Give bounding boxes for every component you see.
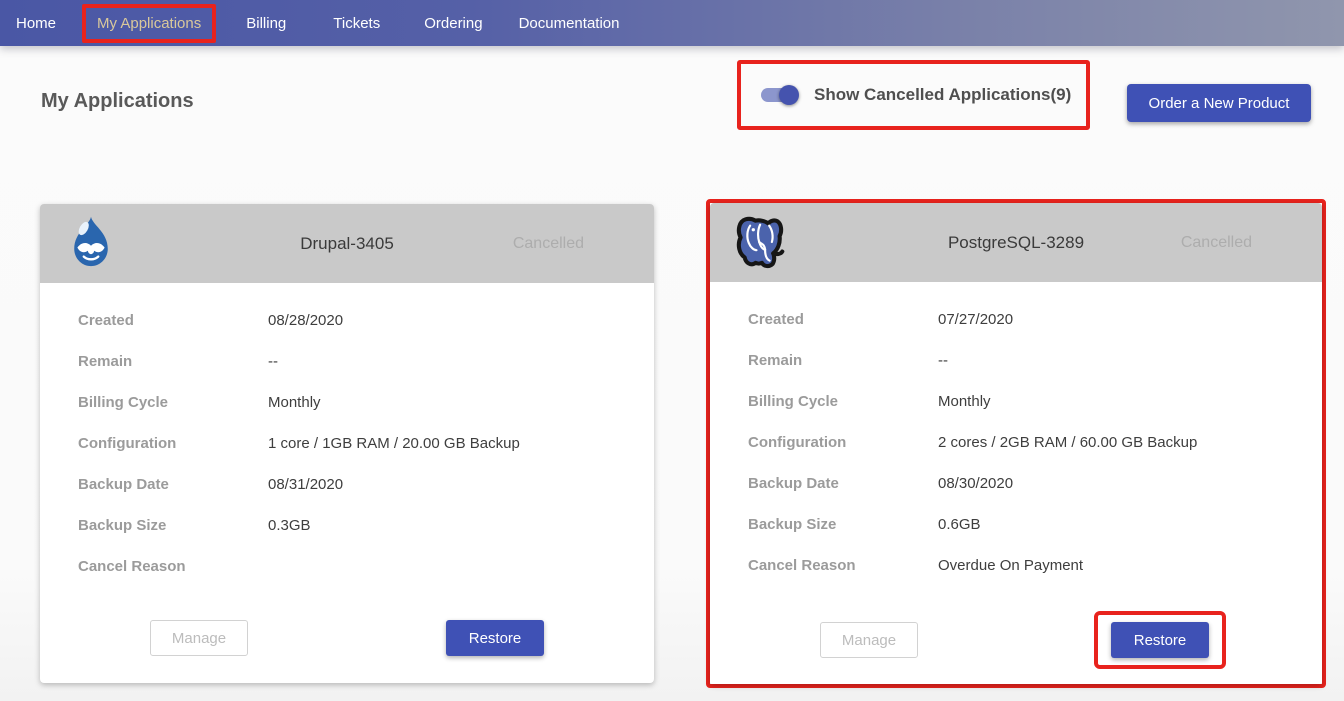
status-badge: Cancelled bbox=[513, 204, 584, 283]
card-body: Created 08/28/2020 Remain -- Billing Cyc… bbox=[40, 283, 654, 596]
field-label: Cancel Reason bbox=[78, 555, 268, 579]
field-value: 1 core / 1GB RAM / 20.00 GB Backup bbox=[268, 432, 520, 456]
field-label: Remain bbox=[748, 349, 938, 373]
field-label: Created bbox=[748, 308, 938, 332]
field-row-created: Created 07/27/2020 bbox=[748, 308, 1302, 332]
field-row-backup-date: Backup Date 08/30/2020 bbox=[748, 472, 1302, 496]
annotation-box-my-applications: My Applications bbox=[82, 4, 216, 43]
card-body: Created 07/27/2020 Remain -- Billing Cyc… bbox=[710, 282, 1322, 595]
card-footer: Manage Restore bbox=[710, 611, 1322, 684]
nav-item-my-applications[interactable]: My Applications bbox=[97, 15, 201, 32]
field-row-cancel-reason: Cancel Reason Overdue On Payment bbox=[748, 554, 1302, 578]
top-navbar: Home My Applications Billing Tickets Ord… bbox=[0, 0, 1344, 46]
field-row-billing-cycle: Billing Cycle Monthly bbox=[748, 390, 1302, 414]
field-value: 0.3GB bbox=[268, 514, 311, 538]
annotation-box-show-cancelled: Show Cancelled Applications(9) bbox=[737, 60, 1090, 130]
field-value: Monthly bbox=[268, 391, 321, 415]
field-label: Billing Cycle bbox=[78, 391, 268, 415]
show-cancelled-label: Show Cancelled Applications(9) bbox=[814, 85, 1071, 105]
field-row-backup-size: Backup Size 0.3GB bbox=[78, 514, 634, 538]
field-label: Backup Size bbox=[78, 514, 268, 538]
field-label: Backup Date bbox=[78, 473, 268, 497]
status-badge: Cancelled bbox=[1181, 203, 1252, 282]
field-label: Created bbox=[78, 309, 268, 333]
field-label: Backup Size bbox=[748, 513, 938, 537]
manage-button[interactable]: Manage bbox=[820, 622, 918, 658]
field-row-remain: Remain -- bbox=[748, 349, 1302, 373]
field-value: 08/30/2020 bbox=[938, 472, 1013, 496]
field-label: Configuration bbox=[748, 431, 938, 455]
show-cancelled-toggle[interactable] bbox=[761, 85, 799, 105]
card-header: PostgreSQL-3289 Cancelled bbox=[710, 203, 1322, 282]
field-value: 07/27/2020 bbox=[938, 308, 1013, 332]
field-value: Overdue On Payment bbox=[938, 554, 1083, 578]
field-row-configuration: Configuration 2 cores / 2GB RAM / 60.00 … bbox=[748, 431, 1302, 455]
field-value: -- bbox=[938, 349, 948, 373]
nav-item-home[interactable]: Home bbox=[16, 15, 56, 32]
nav-item-billing[interactable]: Billing bbox=[246, 15, 286, 32]
annotation-box-restore-button: Restore bbox=[1094, 611, 1226, 669]
card-footer: Manage Restore bbox=[40, 620, 654, 683]
field-row-billing-cycle: Billing Cycle Monthly bbox=[78, 391, 634, 415]
field-label: Configuration bbox=[78, 432, 268, 456]
field-label: Billing Cycle bbox=[748, 390, 938, 414]
field-row-backup-date: Backup Date 08/31/2020 bbox=[78, 473, 634, 497]
application-card-postgresql: PostgreSQL-3289 Cancelled Created 07/27/… bbox=[710, 203, 1322, 684]
field-value: 2 cores / 2GB RAM / 60.00 GB Backup bbox=[938, 431, 1197, 455]
field-value: Monthly bbox=[938, 390, 991, 414]
restore-button[interactable]: Restore bbox=[1111, 622, 1209, 658]
field-row-configuration: Configuration 1 core / 1GB RAM / 20.00 G… bbox=[78, 432, 634, 456]
nav-item-ordering[interactable]: Ordering bbox=[424, 15, 482, 32]
field-row-remain: Remain -- bbox=[78, 350, 634, 374]
annotation-box-postgresql-card: PostgreSQL-3289 Cancelled Created 07/27/… bbox=[706, 199, 1326, 688]
field-row-cancel-reason: Cancel Reason bbox=[78, 555, 634, 579]
field-value: 0.6GB bbox=[938, 513, 981, 537]
manage-button[interactable]: Manage bbox=[150, 620, 248, 656]
field-label: Backup Date bbox=[748, 472, 938, 496]
restore-button[interactable]: Restore bbox=[446, 620, 544, 656]
toggle-thumb bbox=[779, 85, 799, 105]
field-row-created: Created 08/28/2020 bbox=[78, 309, 634, 333]
field-label: Cancel Reason bbox=[748, 554, 938, 578]
card-header: Drupal-3405 Cancelled bbox=[40, 204, 654, 283]
nav-item-tickets[interactable]: Tickets bbox=[333, 15, 380, 32]
field-value: 08/31/2020 bbox=[268, 473, 343, 497]
order-new-product-button[interactable]: Order a New Product bbox=[1127, 84, 1311, 122]
field-value: -- bbox=[268, 350, 278, 374]
nav-item-documentation[interactable]: Documentation bbox=[519, 15, 620, 32]
field-value: 08/28/2020 bbox=[268, 309, 343, 333]
field-label: Remain bbox=[78, 350, 268, 374]
application-card-drupal: Drupal-3405 Cancelled Created 08/28/2020… bbox=[40, 204, 654, 683]
field-row-backup-size: Backup Size 0.6GB bbox=[748, 513, 1302, 537]
page-title: My Applications bbox=[41, 90, 194, 113]
